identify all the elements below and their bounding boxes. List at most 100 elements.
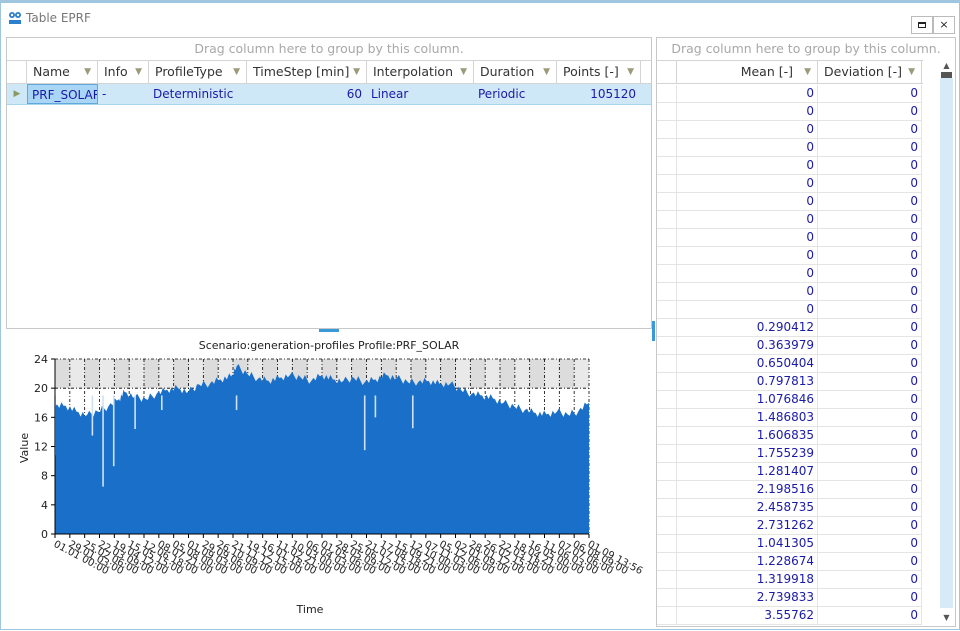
maximize-button[interactable] <box>911 16 933 34</box>
group-by-panel[interactable]: Drag column here to group by this column… <box>7 38 651 60</box>
table-row[interactable]: 00 <box>657 301 922 319</box>
cell-mean[interactable]: 0 <box>677 103 818 120</box>
cell-mean[interactable]: 2.739833 <box>677 589 818 606</box>
table-row[interactable]: 00 <box>657 103 922 121</box>
table-row[interactable]: 1.755239 0 <box>657 445 922 463</box>
cell-mean[interactable]: 2.458735 <box>677 499 818 516</box>
cell-mean[interactable]: 0 <box>677 139 818 156</box>
filter-icon[interactable]: ▼ <box>233 61 240 83</box>
table-row[interactable]: 00 <box>657 157 922 175</box>
table-row[interactable]: 0.797813 0 <box>657 373 922 391</box>
scroll-down-icon[interactable]: ▼ <box>940 612 953 624</box>
cell-mean[interactable]: 0 <box>677 229 818 246</box>
vertical-splitter-handle[interactable] <box>652 321 655 341</box>
table-row[interactable]: 00 <box>657 85 922 103</box>
cell-deviation[interactable]: 0 <box>818 229 922 246</box>
table-row[interactable]: 00 <box>657 211 922 229</box>
cell-deviation[interactable]: 0 <box>818 103 922 120</box>
table-row[interactable]: 1.319918 0 <box>657 571 922 589</box>
cell-mean[interactable]: 0 <box>677 85 818 102</box>
filter-icon[interactable]: ▼ <box>908 61 915 83</box>
cell-deviation[interactable]: 0 <box>818 571 922 588</box>
column-header-mean[interactable]: Mean [-] ▼ <box>677 61 818 83</box>
column-header-duration[interactable]: Duration ▼ <box>474 61 557 83</box>
horizontal-splitter-handle[interactable] <box>319 329 339 332</box>
table-row[interactable]: 0.363979 0 <box>657 337 922 355</box>
cell-deviation[interactable]: 0 <box>818 607 922 624</box>
filter-icon[interactable]: ▼ <box>84 61 91 83</box>
cell-duration[interactable]: Periodic <box>474 84 557 104</box>
scroll-track[interactable] <box>940 78 953 608</box>
group-by-panel[interactable]: Drag column here to group by this column… <box>657 38 955 60</box>
table-row[interactable]: 00 <box>657 229 922 247</box>
cell-mean[interactable]: 1.755239 <box>677 445 818 462</box>
cell-deviation[interactable]: 0 <box>818 427 922 444</box>
table-row[interactable]: 1.281407 0 <box>657 463 922 481</box>
table-row[interactable]: 1.228674 0 <box>657 553 922 571</box>
cell-mean[interactable]: 3.55762 <box>677 607 818 624</box>
cell-deviation[interactable]: 0 <box>818 193 922 210</box>
cell-deviation[interactable]: 0 <box>818 589 922 606</box>
table-row[interactable]: 00 <box>657 265 922 283</box>
cell-mean[interactable]: 1.606835 <box>677 427 818 444</box>
vertical-scrollbar[interactable]: ▲ ▼ <box>940 60 953 626</box>
cell-deviation[interactable]: 0 <box>818 355 922 372</box>
cell-mean[interactable]: 0 <box>677 175 818 192</box>
cell-deviation[interactable]: 0 <box>818 499 922 516</box>
column-header-points[interactable]: Points [-] ▼ <box>557 61 641 83</box>
cell-deviation[interactable]: 0 <box>818 121 922 138</box>
cell-deviation[interactable]: 0 <box>818 337 922 354</box>
cell-profiletype[interactable]: Deterministic <box>149 84 247 104</box>
cell-mean[interactable]: 0 <box>677 211 818 228</box>
table-row[interactable]: 0.290412 0 <box>657 319 922 337</box>
cell-mean[interactable]: 0.290412 <box>677 319 818 336</box>
column-header-name[interactable]: Name ▼ <box>27 61 98 83</box>
cell-deviation[interactable]: 0 <box>818 139 922 156</box>
table-row[interactable]: 3.55762 0 <box>657 607 922 625</box>
column-header-interpolation[interactable]: Interpolation ▼ <box>367 61 474 83</box>
cell-deviation[interactable]: 0 <box>818 319 922 336</box>
cell-mean[interactable]: 2.198516 <box>677 481 818 498</box>
filter-icon[interactable]: ▼ <box>135 61 142 83</box>
column-header-profiletype[interactable]: ProfileType ▼ <box>149 61 247 83</box>
table-row[interactable]: 0.650404 0 <box>657 355 922 373</box>
table-row[interactable]: 1.041305 0 <box>657 535 922 553</box>
table-row[interactable]: 2.458735 0 <box>657 499 922 517</box>
table-row[interactable]: 00 <box>657 283 922 301</box>
cell-mean[interactable]: 0.363979 <box>677 337 818 354</box>
cell-deviation[interactable]: 0 <box>818 517 922 534</box>
table-row[interactable]: 1.486803 0 <box>657 409 922 427</box>
scroll-up-icon[interactable]: ▲ <box>940 60 953 72</box>
cell-interpolation[interactable]: Linear <box>367 84 474 104</box>
cell-mean[interactable]: 1.228674 <box>677 553 818 570</box>
cell-mean[interactable]: 1.041305 <box>677 535 818 552</box>
table-row[interactable]: ▶ PRF_SOLAR - Deterministic 60 Linear Pe… <box>7 84 651 105</box>
cell-mean[interactable]: 1.076846 <box>677 391 818 408</box>
cell-info[interactable]: - <box>98 84 149 104</box>
cell-mean[interactable]: 0 <box>677 283 818 300</box>
cell-deviation[interactable]: 0 <box>818 373 922 390</box>
cell-mean[interactable]: 1.319918 <box>677 571 818 588</box>
filter-icon[interactable]: ▼ <box>543 61 550 83</box>
cell-deviation[interactable]: 0 <box>818 211 922 228</box>
filter-icon[interactable]: ▼ <box>804 61 811 83</box>
cell-points[interactable]: 105120 <box>557 84 641 104</box>
cell-deviation[interactable]: 0 <box>818 463 922 480</box>
table-row[interactable]: 1.606835 0 <box>657 427 922 445</box>
column-header-info[interactable]: Info ▼ <box>98 61 149 83</box>
cell-mean[interactable]: 0 <box>677 265 818 282</box>
cell-deviation[interactable]: 0 <box>818 445 922 462</box>
cell-mean[interactable]: 0 <box>677 247 818 264</box>
cell-name[interactable]: PRF_SOLAR <box>27 84 98 104</box>
cell-timestep[interactable]: 60 <box>247 84 367 104</box>
table-row[interactable]: 00 <box>657 175 922 193</box>
cell-mean[interactable]: 2.731262 <box>677 517 818 534</box>
table-row[interactable]: 00 <box>657 121 922 139</box>
cell-deviation[interactable]: 0 <box>818 535 922 552</box>
cell-mean[interactable]: 0 <box>677 193 818 210</box>
table-row[interactable]: 2.198516 0 <box>657 481 922 499</box>
cell-mean[interactable]: 0.650404 <box>677 355 818 372</box>
cell-mean[interactable]: 0 <box>677 301 818 318</box>
cell-mean[interactable]: 0.797813 <box>677 373 818 390</box>
cell-mean[interactable]: 1.281407 <box>677 463 818 480</box>
